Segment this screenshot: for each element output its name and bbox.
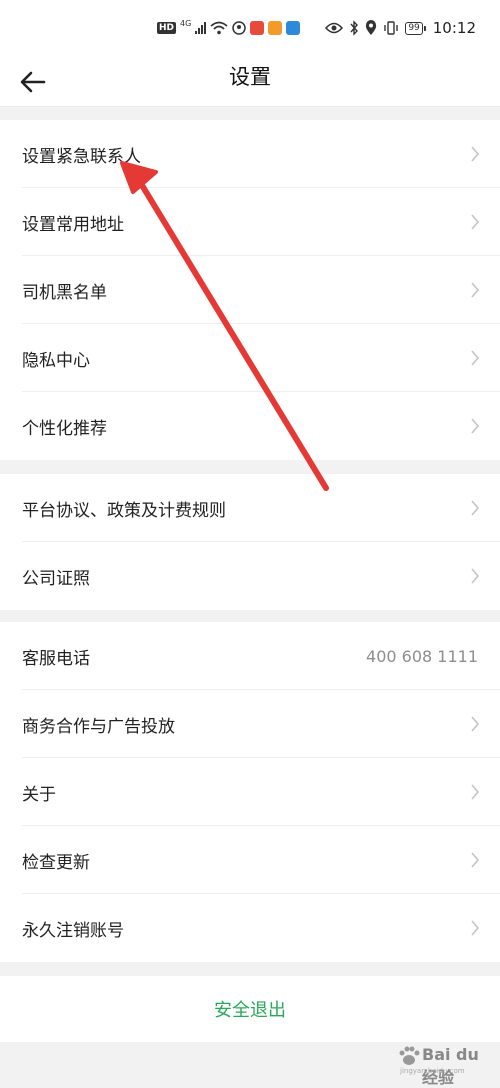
chevron-right-icon <box>471 214 480 230</box>
row-privacy-center[interactable]: 隐私中心 <box>0 324 500 392</box>
row-label: 司机黑名单 <box>22 282 107 303</box>
hd-badge: HD <box>157 22 177 34</box>
row-emergency-contact[interactable]: 设置紧急联系人 <box>0 120 500 188</box>
row-customer-service[interactable]: 客服电话 400 608 1111 <box>0 622 500 690</box>
chevron-right-icon <box>471 716 480 732</box>
row-label: 隐私中心 <box>22 350 90 371</box>
row-common-address[interactable]: 设置常用地址 <box>0 188 500 256</box>
row-label: 客服电话 <box>22 648 90 669</box>
signal-icon <box>195 22 207 34</box>
status-left: HD 4G <box>157 18 301 38</box>
row-label: 商务合作与广告投放 <box>22 716 175 737</box>
chevron-right-icon <box>471 418 480 434</box>
chevron-right-icon <box>471 500 480 516</box>
status-time: 10:12 <box>432 19 476 37</box>
row-delete-account[interactable]: 永久注销账号 <box>0 894 500 962</box>
app-blue-icon <box>286 21 301 35</box>
eye-icon <box>325 22 344 34</box>
wifi-icon <box>210 21 228 35</box>
chevron-right-icon <box>471 784 480 800</box>
row-about[interactable]: 关于 <box>0 758 500 826</box>
phone-number: 400 608 1111 <box>366 646 478 666</box>
settings-group-support: 客服电话 400 608 1111 商务合作与广告投放 关于 检查更新 永久注销… <box>0 622 500 962</box>
chevron-right-icon <box>471 852 480 868</box>
app-red-icon <box>250 21 265 35</box>
row-platform-agreements[interactable]: 平台协议、政策及计费规则 <box>0 474 500 542</box>
row-check-update[interactable]: 检查更新 <box>0 826 500 894</box>
settings-group-account: 设置紧急联系人 设置常用地址 司机黑名单 隐私中心 个性化推荐 <box>0 120 500 460</box>
nav-header: 设置 <box>0 58 500 107</box>
row-label: 设置常用地址 <box>22 214 124 235</box>
chevron-right-icon <box>471 568 480 584</box>
row-label: 公司证照 <box>22 568 90 589</box>
app-orange-icon <box>268 21 283 35</box>
row-label: 关于 <box>22 784 56 805</box>
page-title: 设置 <box>229 65 271 89</box>
vibrate-icon <box>384 21 399 35</box>
baidu-watermark: Bai du 经验 jingyan.baidu.com <box>396 1043 488 1087</box>
row-company-license[interactable]: 公司证照 <box>0 542 500 610</box>
paw-logo-icon <box>399 1046 420 1065</box>
row-driver-blacklist[interactable]: 司机黑名单 <box>0 256 500 324</box>
logout-button[interactable]: 安全退出 <box>0 976 500 1042</box>
watermark-url: jingyan.baidu.com <box>400 1067 465 1075</box>
logout-label: 安全退出 <box>214 1000 286 1021</box>
settings-group-legal: 平台协议、政策及计费规则 公司证照 <box>0 474 500 610</box>
chevron-right-icon <box>471 282 480 298</box>
chevron-right-icon <box>471 146 480 162</box>
network-type: 4G <box>180 18 192 28</box>
bluetooth-icon <box>350 20 359 36</box>
status-right: 99 10:12 <box>325 17 476 39</box>
shield-icon <box>232 21 247 35</box>
battery-icon: 99 <box>405 21 427 35</box>
location-icon <box>366 20 377 35</box>
row-label: 平台协议、政策及计费规则 <box>22 500 226 521</box>
chevron-right-icon <box>471 350 480 366</box>
row-label: 个性化推荐 <box>22 418 107 439</box>
row-label: 设置紧急联系人 <box>22 146 141 167</box>
row-label: 永久注销账号 <box>22 920 124 941</box>
row-business-cooperation[interactable]: 商务合作与广告投放 <box>0 690 500 758</box>
status-bar: HD 4G 99 10:12 <box>0 0 500 58</box>
row-personalized-recommend[interactable]: 个性化推荐 <box>0 392 500 460</box>
chevron-right-icon <box>471 920 480 936</box>
row-label: 检查更新 <box>22 852 90 873</box>
